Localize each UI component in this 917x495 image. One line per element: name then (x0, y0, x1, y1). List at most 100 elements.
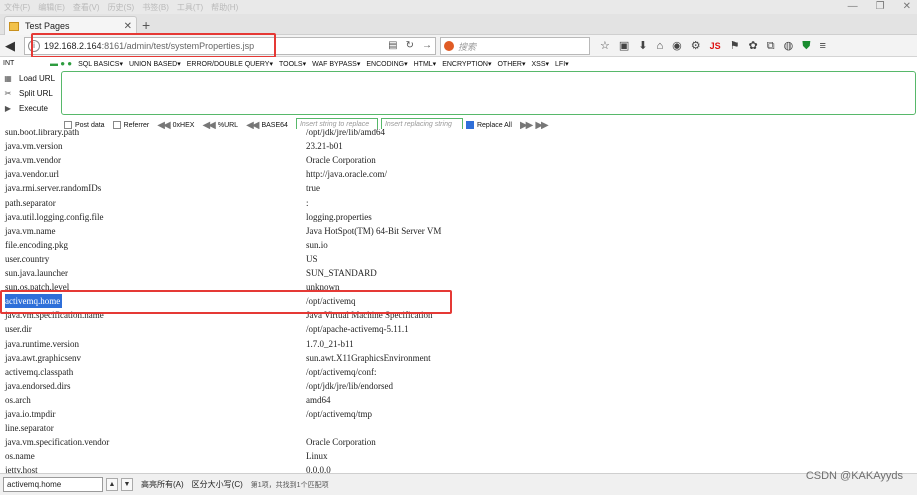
minimize-button[interactable]: — (848, 0, 858, 14)
post-data-checkbox[interactable] (64, 121, 72, 129)
shield-icon[interactable]: ⛊ (802, 38, 810, 54)
hackbar-menu-item[interactable]: XSS▾ (532, 60, 550, 68)
hackbar-menu-item[interactable]: TOOLS▾ (279, 60, 306, 68)
load-url-button[interactable]: ▦ Load URL (0, 71, 60, 86)
menu-icon[interactable]: ≡ (819, 38, 825, 54)
table-row: java.rmi.server.randomIDs true (0, 181, 917, 195)
download-icon[interactable]: ⬇ (638, 38, 647, 54)
replace-all-checkbox[interactable] (465, 121, 474, 129)
find-next-button[interactable]: ▼ (121, 478, 133, 491)
flash-icon[interactable]: ⚑ (730, 38, 740, 54)
table-row: os.name Linux (0, 449, 917, 463)
menu-item[interactable]: 查看(V) (73, 2, 100, 13)
property-key: user.dir (5, 324, 32, 335)
menu-item[interactable]: 历史(S) (108, 2, 135, 13)
menu-item[interactable]: 文件(F) (4, 2, 30, 13)
hackbar-menu-item[interactable]: ERROR/DOUBLE QUERY▾ (187, 60, 273, 68)
hackbar-menu-item[interactable]: WAF BYPASS▾ (312, 60, 360, 68)
hackbar-menu-item[interactable]: UNION BASED▾ (129, 60, 181, 68)
property-value: /opt/activemq/tmp (306, 409, 372, 419)
property-key: java.vm.version (5, 141, 63, 152)
reader-icon[interactable]: ▤ (388, 40, 397, 51)
referrer-label: Referrer (123, 121, 150, 129)
find-bar: activemq.home ▲ ▼ 高亮所有(A) 区分大小写(C) 第1项，共… (0, 473, 917, 495)
property-value: 1.7.0_21-b11 (306, 338, 354, 349)
split-url-button[interactable]: ✂ Split URL (0, 86, 60, 101)
addon-icon[interactable]: ✿ (749, 38, 758, 54)
hackbar-menu-item[interactable]: LFI▾ (555, 60, 569, 68)
property-key: os.name (5, 451, 35, 462)
execute-icon: ▶ (4, 104, 12, 113)
find-input[interactable]: activemq.home (3, 477, 103, 492)
property-key: sun.boot.library.path (5, 129, 80, 137)
property-key: java.vm.vendor (5, 155, 61, 166)
table-row: os.arch amd64 (0, 393, 917, 407)
devtools-icon[interactable]: ⧉ (767, 38, 775, 54)
hex-label: 0xHEX (172, 121, 195, 129)
highlight-all-toggle[interactable]: 高亮所有(A) (141, 479, 184, 490)
bookmark-star-icon[interactable]: ☆ (600, 38, 610, 54)
table-row: user.country US (0, 252, 917, 266)
base64-label: BASE64 (261, 121, 288, 129)
referrer-checkbox[interactable] (112, 121, 121, 129)
property-value: Oracle Corporation (306, 155, 376, 166)
hackbar-actions: ▦ Load URL ✂ Split URL ▶ Execute (0, 71, 60, 116)
property-value: 0.0.0.0 (306, 465, 331, 473)
table-row: path.separator: (0, 196, 917, 210)
new-tab-button[interactable]: + (142, 16, 150, 34)
property-value: true (306, 183, 320, 194)
property-key: user.country (5, 253, 50, 264)
table-row: java.util.logging.config.file logging.pro… (0, 210, 917, 224)
property-value: sun.awt.X11GraphicsEnvironment (306, 352, 431, 363)
referrer-option[interactable]: Referrer (112, 121, 150, 129)
hackbar-menu-item[interactable]: ENCRYPTION▾ (442, 60, 491, 68)
hackbar-menu-item[interactable]: HTML▾ (414, 60, 437, 68)
search-placeholder: 搜索 (458, 41, 477, 52)
menu-item[interactable]: 编辑(E) (38, 2, 65, 13)
match-case-toggle[interactable]: 区分大小写(C) (192, 479, 243, 490)
int-select[interactable]: INT (0, 60, 48, 67)
tab-title: Test Pages (25, 21, 70, 31)
table-row: java.runtime.version 1.7.0_21-b11 (0, 337, 917, 351)
property-value: US (306, 253, 318, 264)
menu-item[interactable]: 书签(B) (142, 2, 169, 13)
find-previous-button[interactable]: ▲ (106, 478, 118, 491)
menu-item[interactable]: 帮助(H) (211, 2, 238, 13)
sync-icon[interactable]: ◉ (672, 38, 682, 54)
property-value: sun.io (306, 239, 328, 250)
js-toggle-icon[interactable]: JS (710, 38, 721, 54)
replace-all-option[interactable]: Replace All (465, 121, 512, 129)
reload-icon[interactable]: ↻ (406, 40, 414, 51)
post-data-option[interactable]: Post data (64, 121, 105, 129)
search-bar[interactable]: 搜索 (440, 37, 590, 55)
extensions-icon[interactable]: ⚙ (691, 38, 701, 54)
hackbar-menu-item[interactable]: SQL BASICS▾ (78, 60, 123, 68)
forward-icon[interactable]: → (422, 40, 432, 51)
property-key: java.vm.specification.vendor (5, 437, 110, 448)
post-data-label: Post data (75, 121, 105, 129)
property-value: Java HotSpot(TM) 64-Bit Server VM (306, 225, 442, 236)
hackbar-menu-item[interactable]: OTHER▾ (497, 60, 525, 68)
menu-item[interactable]: 工具(T) (177, 2, 203, 13)
folder-icon (9, 21, 19, 31)
close-tab-icon[interactable]: ✕ (124, 21, 132, 32)
library-icon[interactable]: ▣ (619, 38, 629, 54)
hackbar-url-textarea[interactable] (61, 71, 916, 115)
table-row: java.awt.graphicsenv sun.awt.X11GraphicsE… (0, 351, 917, 365)
restore-button[interactable]: ❐ (876, 0, 885, 14)
hackbar-menu-item[interactable]: ENCODING▾ (366, 60, 407, 68)
property-value: Linux (306, 451, 328, 462)
menu-bar: 文件(F) 编辑(E) 查看(V) 历史(S) 书签(B) 工具(T) 帮助(H) (0, 2, 238, 13)
proxy-icon[interactable]: ◍ (784, 38, 794, 54)
execute-button[interactable]: ▶ Execute (0, 101, 60, 116)
property-value: http://java.oracle.com/ (306, 169, 387, 180)
tab-bar: Test Pages ✕ + (0, 14, 917, 35)
table-row: java.io.tmpdir/opt/activemq/tmp (0, 407, 917, 421)
toolbar-icons: ☆ ▣ ⬇ ⌂ ◉ ⚙ JS ⚑ ✿ ⧉ ◍ ⛊ ≡ (600, 38, 826, 54)
back-button[interactable]: ◀ (5, 38, 15, 54)
close-window-button[interactable]: ✕ (903, 0, 911, 14)
property-value: /opt/jdk/jre/lib/amd64 (306, 129, 385, 137)
property-key: line.separator (5, 423, 54, 434)
property-value: SUN_STANDARD (306, 268, 377, 278)
home-icon[interactable]: ⌂ (657, 38, 664, 54)
